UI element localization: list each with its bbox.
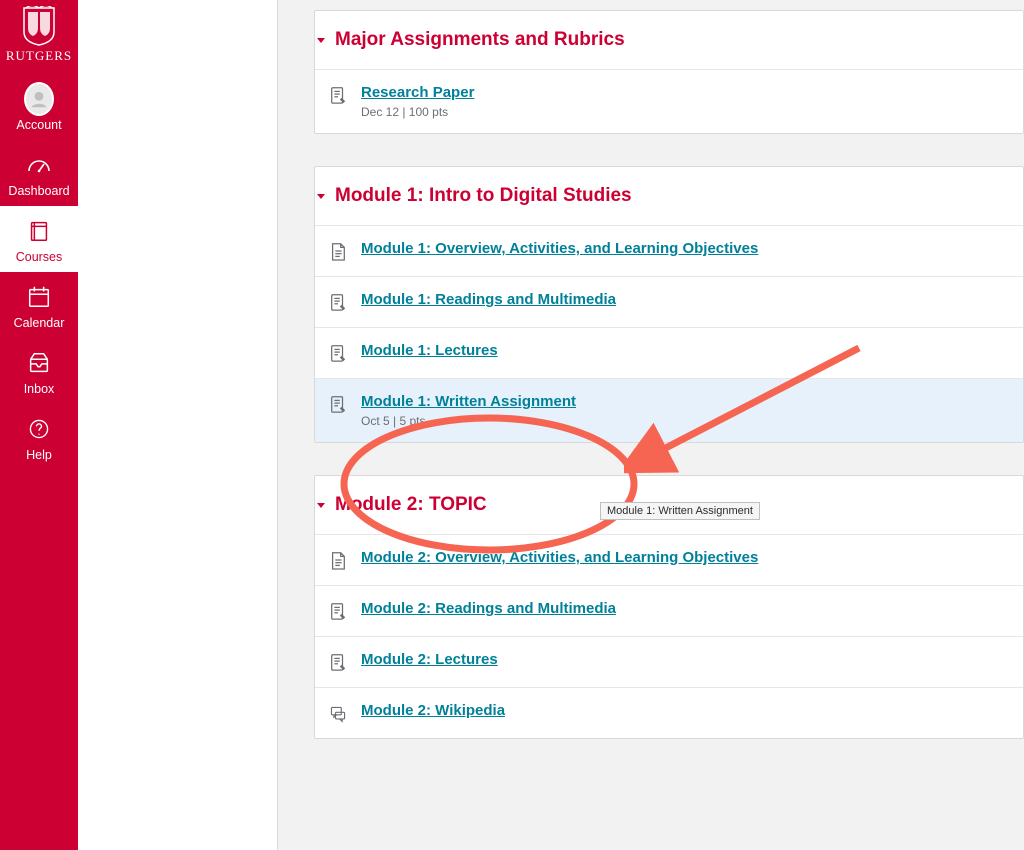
global-nav: RUTGERS Account Dashboard Courses Calend… [0, 0, 78, 850]
help-icon [24, 414, 54, 444]
module-item[interactable]: Module 2: Wikipedia [315, 687, 1023, 738]
nav-label: Dashboard [8, 184, 69, 198]
shield-icon [22, 6, 56, 46]
nav-label: Inbox [24, 382, 55, 396]
chevron-down-icon[interactable] [317, 38, 325, 43]
assignment-icon [329, 395, 347, 415]
module-item[interactable]: Module 2: Overview, Activities, and Lear… [315, 534, 1023, 585]
nav-label: Account [16, 118, 61, 132]
modules-list: Major Assignments and Rubrics Research P… [278, 0, 1024, 850]
item-meta: Oct 5 | 5 pts [361, 414, 576, 428]
tooltip: Module 1: Written Assignment [600, 502, 760, 520]
course-subnav [78, 0, 278, 850]
module-item[interactable]: Module 2: Readings and Multimedia [315, 585, 1023, 636]
item-link[interactable]: Module 1: Readings and Multimedia [361, 291, 616, 308]
tooltip-text: Module 1: Written Assignment [607, 505, 753, 517]
module-item[interactable]: Module 1: Overview, Activities, and Lear… [315, 225, 1023, 276]
assignment-icon [329, 653, 347, 673]
brand-logo[interactable]: RUTGERS [0, 0, 78, 74]
brand-name: RUTGERS [6, 48, 72, 64]
module-title: Module 2: TOPIC [335, 494, 487, 516]
courses-icon [24, 216, 54, 246]
item-link[interactable]: Module 2: Overview, Activities, and Lear… [361, 549, 758, 566]
assignment-icon [329, 86, 347, 106]
module-1: Module 1: Intro to Digital Studies Modul… [314, 166, 1024, 443]
module-header[interactable]: Major Assignments and Rubrics [315, 11, 1023, 69]
nav-label: Help [26, 448, 52, 462]
module-title: Module 1: Intro to Digital Studies [335, 185, 632, 207]
item-link[interactable]: Module 1: Written Assignment [361, 393, 576, 410]
module-item-written-assignment[interactable]: Module 1: Written Assignment Oct 5 | 5 p… [315, 378, 1023, 442]
item-link[interactable]: Research Paper [361, 84, 474, 101]
module-item[interactable]: Module 2: Lectures [315, 636, 1023, 687]
module-item[interactable]: Research Paper Dec 12 | 100 pts [315, 69, 1023, 133]
nav-dashboard[interactable]: Dashboard [0, 140, 78, 206]
item-meta: Dec 12 | 100 pts [361, 105, 474, 119]
page-icon [329, 551, 347, 571]
module-title: Major Assignments and Rubrics [335, 29, 625, 51]
account-icon [24, 84, 54, 114]
page-icon [329, 242, 347, 262]
item-link[interactable]: Module 1: Lectures [361, 342, 498, 359]
nav-calendar[interactable]: Calendar [0, 272, 78, 338]
nav-account[interactable]: Account [0, 74, 78, 140]
nav-label: Courses [16, 250, 63, 264]
nav-inbox[interactable]: Inbox [0, 338, 78, 404]
assignment-icon [329, 344, 347, 364]
nav-help[interactable]: Help [0, 404, 78, 470]
module-header[interactable]: Module 1: Intro to Digital Studies [315, 167, 1023, 225]
assignment-icon [329, 293, 347, 313]
nav-label: Calendar [14, 316, 65, 330]
module-item[interactable]: Module 1: Lectures [315, 327, 1023, 378]
inbox-icon [24, 348, 54, 378]
item-link[interactable]: Module 2: Readings and Multimedia [361, 600, 616, 617]
item-link[interactable]: Module 2: Lectures [361, 651, 498, 668]
dashboard-icon [24, 150, 54, 180]
assignment-icon [329, 602, 347, 622]
nav-courses[interactable]: Courses [0, 206, 78, 272]
discussion-icon [329, 704, 347, 724]
chevron-down-icon[interactable] [317, 194, 325, 199]
module-major-assignments: Major Assignments and Rubrics Research P… [314, 10, 1024, 134]
item-link[interactable]: Module 2: Wikipedia [361, 702, 505, 719]
item-link[interactable]: Module 1: Overview, Activities, and Lear… [361, 240, 758, 257]
calendar-icon [24, 282, 54, 312]
module-item[interactable]: Module 1: Readings and Multimedia [315, 276, 1023, 327]
chevron-down-icon[interactable] [317, 503, 325, 508]
